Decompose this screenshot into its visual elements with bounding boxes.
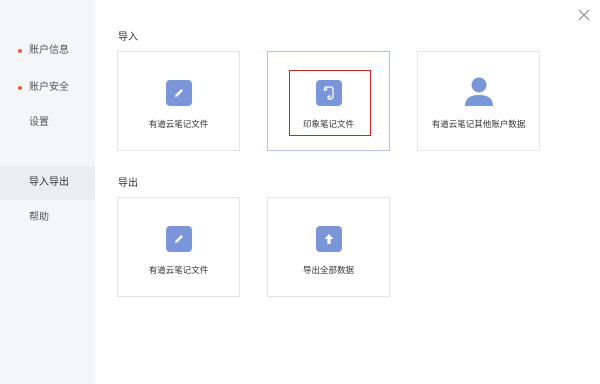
import-youdao-note-card[interactable]: 有道云笔记文件 xyxy=(117,51,240,151)
upload-arrow-icon xyxy=(315,226,342,252)
sidebar-item-label: 账户信息 xyxy=(29,45,69,56)
import-other-account-card[interactable]: 有道云笔记其他账户数据 xyxy=(417,51,540,151)
sidebar-item-label: 账户安全 xyxy=(29,82,69,93)
card-label: 印象笔记文件 xyxy=(302,120,354,130)
sidebar-item-label: 帮助 xyxy=(29,212,49,223)
sidebar-item-settings[interactable]: 设置 xyxy=(0,106,95,140)
pencil-icon xyxy=(165,226,192,252)
main-panel: 导入 有道云笔记文件 印象笔记文件 有道云笔记其他账户数据 导出 有道云笔记文件… xyxy=(95,0,600,384)
status-dot xyxy=(18,49,22,53)
pencil-icon xyxy=(165,80,192,106)
export-youdao-note-card[interactable]: 有道云笔记文件 xyxy=(117,197,240,297)
sidebar-item-label: 导入导出 xyxy=(29,177,69,188)
close-icon xyxy=(578,9,590,21)
sidebar-item-import-export[interactable]: 导入导出 xyxy=(0,166,95,200)
card-label: 有道云笔记文件 xyxy=(148,120,209,130)
sidebar-item-label: 设置 xyxy=(29,117,49,128)
card-label: 有道云笔记其他账户数据 xyxy=(431,120,526,130)
export-section-title: 导出 xyxy=(118,178,138,189)
export-all-data-card[interactable]: 导出全部数据 xyxy=(267,197,390,297)
import-section-title: 导入 xyxy=(118,32,138,43)
card-label: 导出全部数据 xyxy=(302,266,354,276)
sidebar-item-account-info[interactable]: 账户信息 xyxy=(0,34,95,68)
sidebar-item-help[interactable]: 帮助 xyxy=(0,201,95,235)
card-label: 有道云笔记文件 xyxy=(148,266,209,276)
evernote-icon xyxy=(315,80,342,106)
person-icon xyxy=(462,76,496,106)
status-dot xyxy=(18,86,22,90)
close-button[interactable] xyxy=(578,6,590,21)
import-evernote-card[interactable]: 印象笔记文件 xyxy=(267,51,390,151)
sidebar: 账户信息 账户安全 设置 导入导出 帮助 xyxy=(0,0,95,384)
sidebar-item-account-security[interactable]: 账户安全 xyxy=(0,71,95,105)
